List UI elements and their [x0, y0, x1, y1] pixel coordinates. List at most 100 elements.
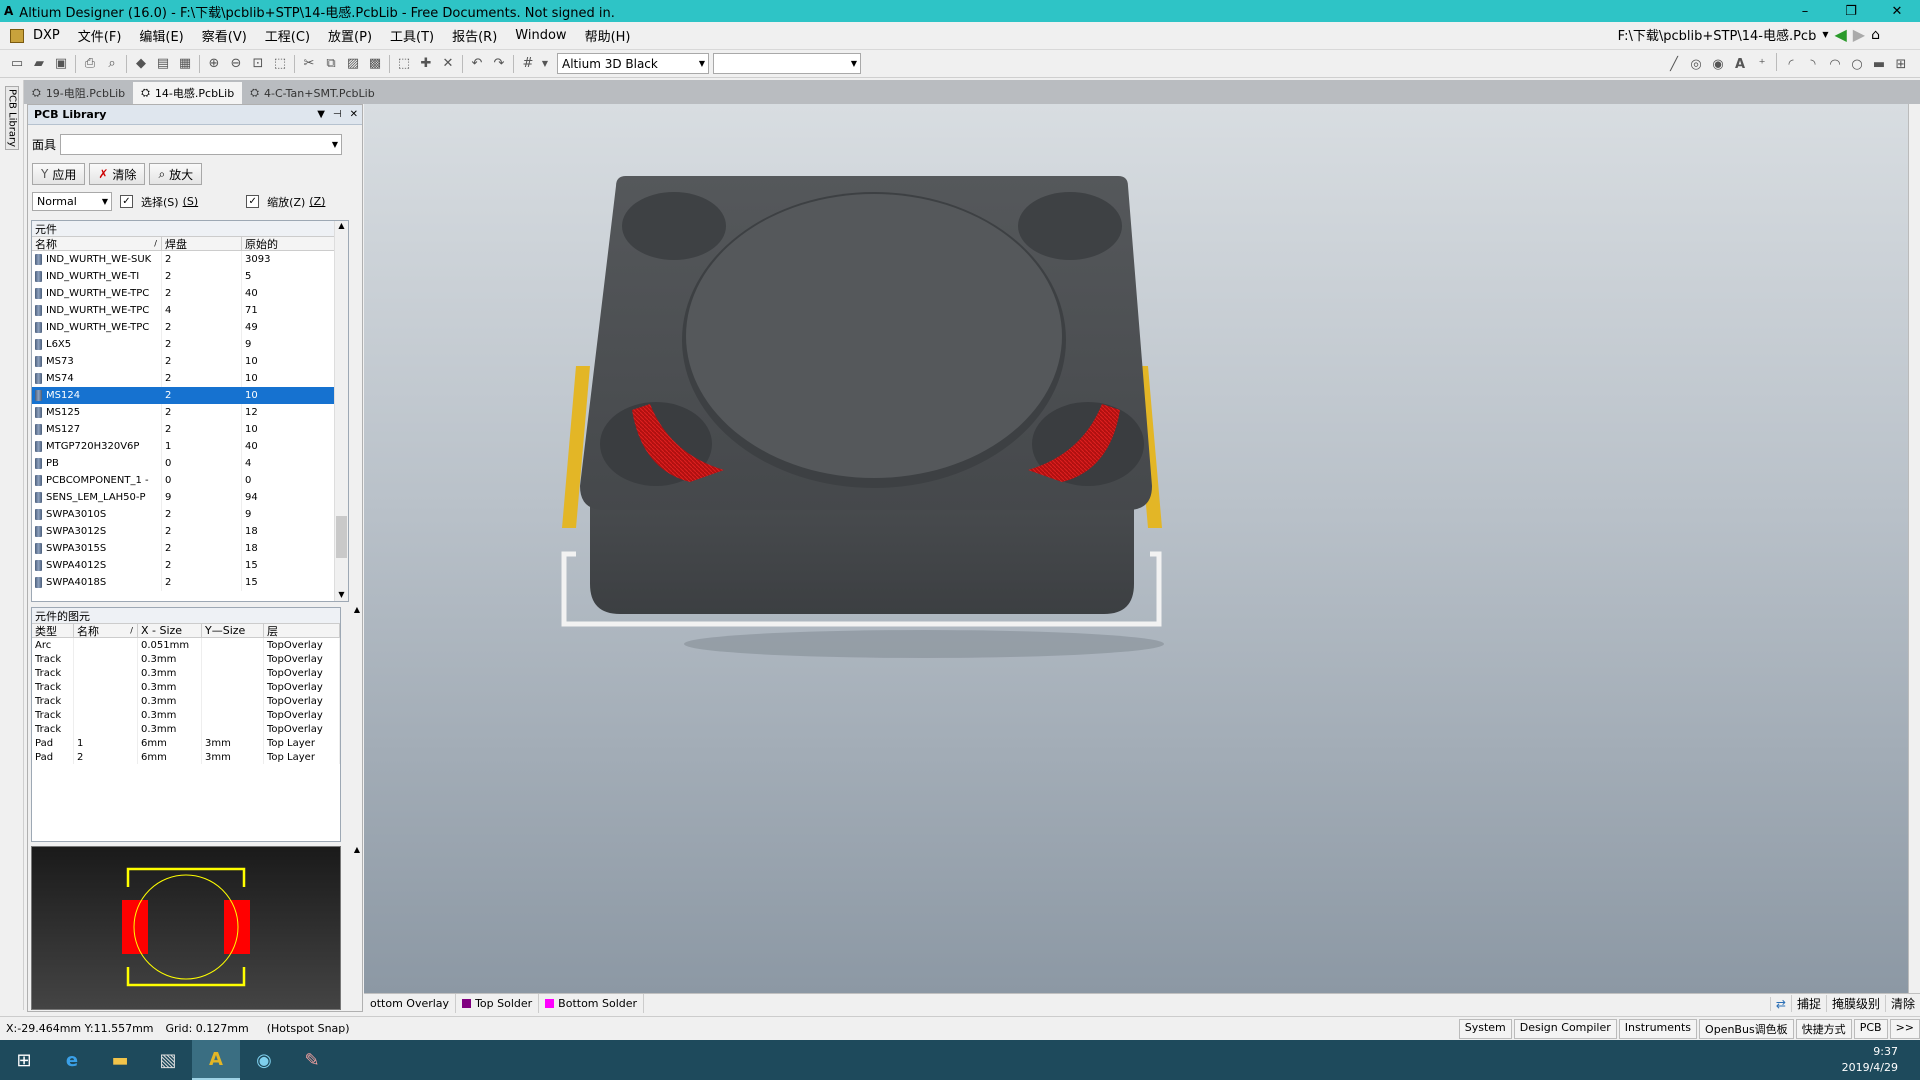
fill-icon[interactable]: ▬ — [1868, 53, 1890, 75]
edge-browser-icon[interactable]: e — [48, 1040, 96, 1080]
primitive-row[interactable]: Track 0.3mm TopOverlay — [32, 708, 340, 722]
deselect-icon[interactable]: ✕ — [437, 53, 459, 75]
view-config-select[interactable]: Altium 3D Black ▼ — [557, 53, 709, 74]
windows-start-icon[interactable]: ⊞ — [0, 1040, 48, 1080]
menu-file[interactable]: 文件(F) — [69, 24, 131, 48]
3d-viewport[interactable] — [364, 104, 1920, 994]
component-row[interactable]: MS127 2 10 — [32, 421, 335, 438]
col-pads[interactable]: 焊盘 — [162, 237, 242, 251]
system-button[interactable]: System — [1458, 1019, 1512, 1039]
board-icon[interactable]: ▤ — [152, 53, 174, 75]
primitive-row[interactable]: Track 0.3mm TopOverlay — [32, 666, 340, 680]
layer-set-icon[interactable]: ⇄ — [1769, 996, 1791, 1011]
mask-input[interactable]: ▼ — [60, 133, 343, 155]
col-y-size[interactable]: Y—Size — [202, 624, 264, 637]
app-book-icon[interactable]: ▧ — [144, 1040, 192, 1080]
system-clock[interactable]: 9:37 2019/4/29 — [1842, 1044, 1898, 1076]
primitive-row[interactable]: Track 0.3mm TopOverlay — [32, 652, 340, 666]
copy-icon[interactable]: ⧉ — [320, 53, 342, 75]
layers-icon[interactable]: ◆ — [130, 53, 152, 75]
new-file-icon[interactable]: ▭ — [6, 53, 28, 75]
arc-edge-icon[interactable]: ◠ — [1824, 53, 1846, 75]
tab-resistor-pcblib[interactable]: ⛭ 19-电阻.PcbLib — [24, 82, 133, 104]
col-x-size[interactable]: X - Size — [138, 624, 202, 637]
primitives-collapse-icon[interactable]: ▲ — [354, 605, 360, 614]
arc-icon[interactable]: ◜ — [1780, 53, 1802, 75]
panel-menu-icon[interactable]: ▼ — [317, 109, 325, 120]
component-row[interactable]: SWPA4012S 2 15 — [32, 557, 335, 574]
forward-icon[interactable]: ▶ — [1853, 25, 1865, 44]
footprint-preview[interactable] — [31, 846, 341, 1010]
app-paint-icon[interactable]: ✎ — [288, 1040, 336, 1080]
layer-tab-bottom-solder[interactable]: Bottom Solder — [539, 993, 645, 1013]
circle-icon[interactable]: ○ — [1846, 53, 1868, 75]
instruments-button[interactable]: Instruments — [1618, 1019, 1698, 1039]
primitive-row[interactable]: Track 0.3mm TopOverlay — [32, 722, 340, 736]
line-icon[interactable]: ╱ — [1663, 53, 1685, 75]
zoom-area-icon[interactable]: ⬚ — [269, 53, 291, 75]
menu-reports[interactable]: 报告(R) — [443, 24, 506, 48]
menu-dxp[interactable]: DXP — [24, 24, 69, 48]
menu-project[interactable]: 工程(C) — [256, 24, 319, 48]
menu-help[interactable]: 帮助(H) — [576, 24, 640, 48]
app-circle-icon[interactable]: ◉ — [240, 1040, 288, 1080]
zoom-fit-icon[interactable]: ⊡ — [247, 53, 269, 75]
components-scrollbar[interactable]: ▲ ▼ — [334, 221, 348, 601]
zoom-in-icon[interactable]: ⊕ — [203, 53, 225, 75]
secondary-select[interactable]: ▼ — [713, 53, 861, 74]
coordinate-icon[interactable]: ⁺ — [1751, 53, 1773, 75]
preview-collapse-icon[interactable]: ▲ — [354, 845, 360, 854]
component-row[interactable]: MS125 2 12 — [32, 404, 335, 421]
component-row[interactable]: MS74 2 10 — [32, 370, 335, 387]
file-explorer-icon[interactable]: ▬ — [96, 1040, 144, 1080]
tab-inductor-pcblib[interactable]: ⛭ 14-电感.PcbLib — [133, 82, 243, 104]
folder-icon[interactable]: ▦ — [174, 53, 196, 75]
component-row[interactable]: SWPA3012S 2 18 — [32, 523, 335, 540]
path-dropdown-icon[interactable]: ▼ — [1822, 30, 1828, 39]
primitive-row[interactable]: Arc 0.051mm TopOverlay — [32, 638, 340, 652]
component-row[interactable]: IND_WURTH_WE-TPC 2 40 — [32, 285, 335, 302]
openbus-palette-button[interactable]: OpenBus调色板 — [1699, 1019, 1794, 1039]
component-row[interactable]: MTGP720H320V6P 1 40 — [32, 438, 335, 455]
restore-button[interactable]: ❐ — [1828, 0, 1874, 22]
home-icon[interactable]: ⌂ — [1871, 27, 1880, 43]
scroll-down-icon[interactable]: ▼ — [335, 590, 348, 599]
component-row[interactable]: IND_WURTH_WE-SUK 2 3093 — [32, 251, 335, 268]
grid-icon[interactable]: # — [517, 53, 539, 75]
component-row[interactable]: IND_WURTH_WE-TI 2 5 — [32, 268, 335, 285]
array-icon[interactable]: ⊞ — [1890, 53, 1912, 75]
apply-button[interactable]: Y 应用 — [32, 163, 86, 185]
layer-tab-bottom-overlay[interactable]: ottom Overlay — [364, 993, 457, 1013]
mask-level-button[interactable]: 掩膜级别 — [1825, 995, 1885, 1012]
zoom-out-icon[interactable]: ⊖ — [225, 53, 247, 75]
component-row[interactable]: SWPA3015S 2 18 — [32, 540, 335, 557]
save-icon[interactable]: ▣ — [50, 53, 72, 75]
open-folder-icon[interactable]: ▰ — [28, 53, 50, 75]
col-primitives[interactable]: 原始的 — [242, 237, 335, 251]
primitive-row[interactable]: Pad 2 6mm 3mm Top Layer — [32, 750, 340, 764]
col-prim-name[interactable]: 名称 / — [74, 624, 138, 638]
pad-icon[interactable]: ◉ — [1707, 53, 1729, 75]
mode-select[interactable]: Normal ▼ — [32, 192, 112, 211]
component-row[interactable]: PCBCOMPONENT_1 -00 — [32, 472, 335, 489]
component-row[interactable]: SWPA4018S 2 15 — [32, 574, 335, 591]
snap-button[interactable]: 捕捉 — [1790, 995, 1826, 1012]
primitive-row[interactable]: Pad 1 6mm 3mm Top Layer — [32, 736, 340, 750]
minimize-button[interactable]: – — [1782, 0, 1828, 22]
component-row[interactable]: SWPA3010S 2 9 — [32, 506, 335, 523]
panel-close-icon[interactable]: ✕ — [350, 109, 358, 120]
document-path[interactable]: F:\下载\pcblib+STP\14-电感.Pcb — [1618, 25, 1817, 44]
tab-capacitor-pcblib[interactable]: ⛭ 4-C-Tan+SMT.PcbLib — [242, 82, 382, 104]
component-row[interactable]: PB 0 4 — [32, 455, 335, 472]
component-row[interactable]: SENS_LEM_LAH50-P 9 94 — [32, 489, 335, 506]
col-type[interactable]: 类型 — [32, 624, 74, 638]
print-preview-icon[interactable]: ⌕ — [101, 53, 123, 75]
string-icon[interactable]: A — [1729, 53, 1751, 75]
zoom-checkbox[interactable]: ✓ — [246, 195, 260, 208]
altium-designer-icon[interactable]: A — [192, 1040, 240, 1080]
back-icon[interactable]: ◀ — [1834, 25, 1846, 44]
col-name[interactable]: 名称 / — [32, 237, 162, 251]
rubber-stamp-icon[interactable]: ▩ — [364, 53, 386, 75]
move-icon[interactable]: ✚ — [415, 53, 437, 75]
component-row[interactable]: MS73 2 10 — [32, 353, 335, 370]
